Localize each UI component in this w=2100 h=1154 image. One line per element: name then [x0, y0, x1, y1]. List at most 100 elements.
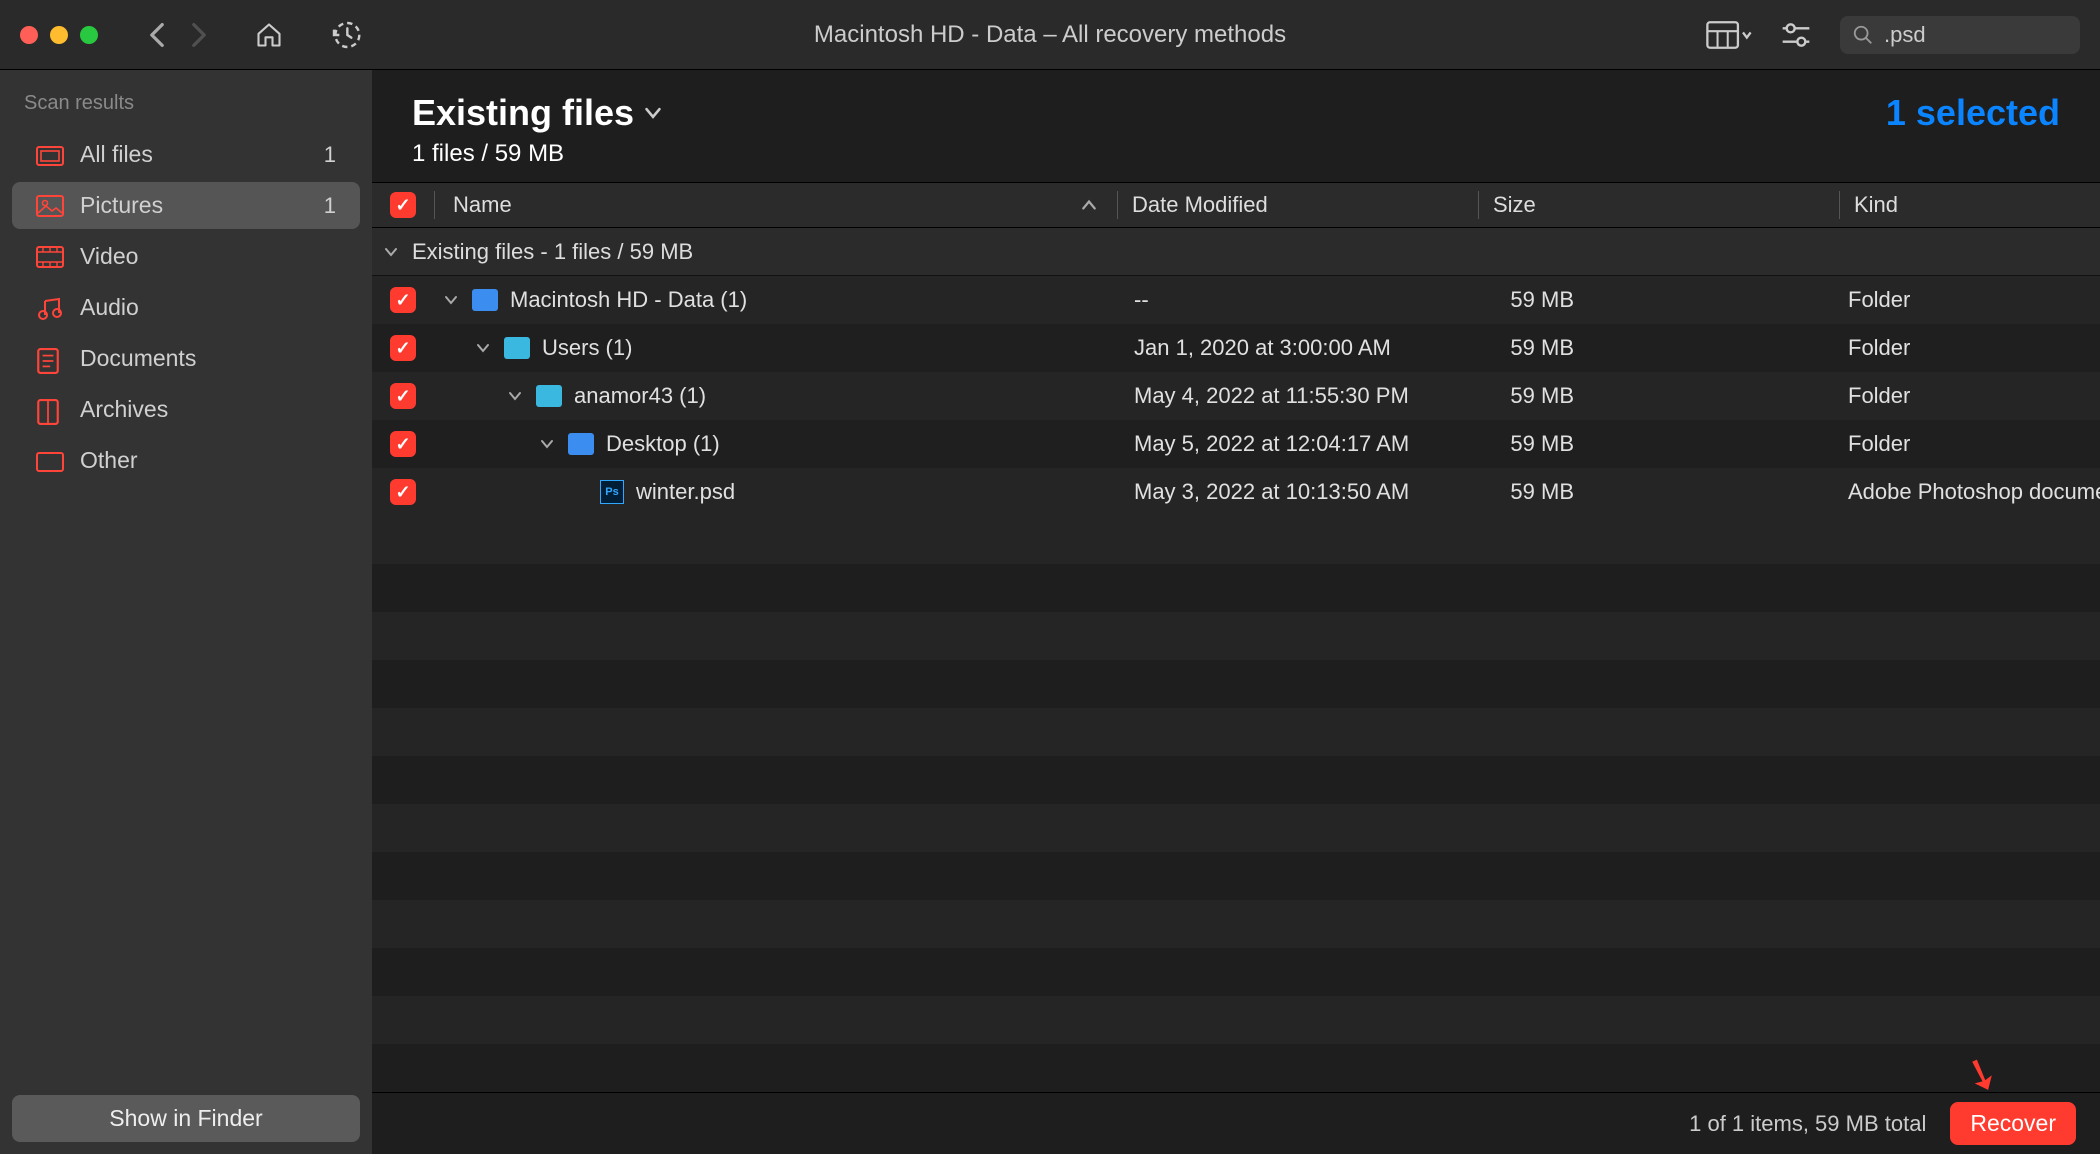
sidebar: Scan results All files 1 Pictures 1 Vide…	[0, 70, 372, 1154]
sidebar-item-label: Archives	[80, 396, 336, 423]
sidebar-item-label: Other	[80, 447, 336, 474]
folder-icon	[504, 337, 530, 359]
audio-icon	[36, 297, 64, 319]
all-files-icon	[36, 144, 64, 166]
sidebar-item-count: 1	[324, 142, 336, 168]
sort-ascending-icon	[1081, 199, 1097, 211]
row-checkbox[interactable]: ✓	[372, 287, 434, 313]
row-date: May 4, 2022 at 11:55:30 PM	[1120, 383, 1480, 409]
file-row[interactable]: ✓Macintosh HD - Data (1)--59 MBFolder	[372, 276, 2100, 324]
row-name-cell: Users (1)	[434, 335, 1120, 361]
selected-count[interactable]: 1 selected	[1886, 92, 2060, 134]
file-row[interactable]: ✓ anamor43 (1) May 4, 2022 at 11:55:30 PM5…	[372, 372, 2100, 420]
row-checkbox[interactable]: ✓	[372, 431, 434, 457]
column-kind-header[interactable]: Kind	[1840, 192, 2100, 218]
row-kind: Folder	[1840, 383, 2100, 409]
sidebar-item-archives[interactable]: Archives	[12, 386, 360, 433]
sidebar-item-all-files[interactable]: All files 1	[12, 131, 360, 178]
video-icon	[36, 246, 64, 268]
row-date: May 3, 2022 at 10:13:50 AM	[1120, 479, 1480, 505]
back-button[interactable]	[148, 22, 166, 48]
row-size: 59 MB	[1480, 431, 1840, 457]
row-checkbox[interactable]: ✓	[372, 383, 434, 409]
sidebar-item-documents[interactable]: Documents	[12, 335, 360, 382]
row-date: --	[1120, 287, 1480, 313]
column-headers: ✓ Name Date Modified Size Kind	[372, 182, 2100, 228]
column-size-header[interactable]: Size	[1479, 192, 1839, 218]
sidebar-item-label: Documents	[80, 345, 336, 372]
chevron-down-icon[interactable]	[444, 294, 460, 306]
sidebar-footer: Show in Finder	[0, 1083, 372, 1154]
pictures-icon	[36, 195, 64, 217]
row-date: Jan 1, 2020 at 3:00:00 AM	[1120, 335, 1480, 361]
chevron-down-icon	[384, 246, 398, 258]
chevron-down-icon	[644, 106, 662, 120]
row-kind: Adobe Photoshop document	[1840, 479, 2100, 505]
fullscreen-window-button[interactable]	[80, 26, 98, 44]
home-button[interactable]	[254, 21, 284, 49]
row-name: anamor43 (1)	[574, 383, 706, 409]
settings-button[interactable]	[1780, 21, 1812, 49]
column-date-header[interactable]: Date Modified	[1118, 192, 1478, 218]
sidebar-item-label: Pictures	[80, 192, 324, 219]
sidebar-item-pictures[interactable]: Pictures 1	[12, 182, 360, 229]
row-kind: Folder	[1840, 287, 2100, 313]
titlebar: Macintosh HD - Data – All recovery metho…	[0, 0, 2100, 70]
search-icon	[1852, 24, 1874, 46]
file-row[interactable]: ✓Users (1)Jan 1, 2020 at 3:00:00 AM59 MB…	[372, 324, 2100, 372]
content-subheading: 1 files / 59 MB	[412, 140, 662, 168]
row-kind: Folder	[1840, 431, 2100, 457]
column-checkbox-header[interactable]: ✓	[372, 192, 434, 218]
sidebar-header: Scan results	[0, 88, 372, 129]
group-row[interactable]: Existing files - 1 files / 59 MB	[372, 228, 2100, 276]
row-name-cell: Ps winter.psd	[434, 479, 1120, 505]
photoshop-file-icon: Ps	[600, 480, 624, 504]
row-checkbox[interactable]: ✓	[372, 335, 434, 361]
folder-icon	[536, 385, 562, 407]
content-footer: ➘ 1 of 1 items, 59 MB total Recover	[372, 1092, 2100, 1154]
row-size: 59 MB	[1480, 479, 1840, 505]
show-in-finder-button[interactable]: Show in Finder	[12, 1095, 360, 1142]
row-kind: Folder	[1840, 335, 2100, 361]
window-title: Macintosh HD - Data – All recovery metho…	[814, 21, 1286, 49]
sidebar-item-audio[interactable]: Audio	[12, 284, 360, 331]
row-name: winter.psd	[636, 479, 735, 505]
sidebar-item-label: All files	[80, 141, 324, 168]
select-all-checkbox[interactable]: ✓	[390, 192, 416, 218]
chevron-down-icon[interactable]	[476, 342, 492, 354]
close-window-button[interactable]	[20, 26, 38, 44]
row-name: Desktop (1)	[606, 431, 720, 457]
recover-button[interactable]: Recover	[1950, 1102, 2076, 1145]
forward-button[interactable]	[190, 22, 208, 48]
row-size: 59 MB	[1480, 383, 1840, 409]
row-size: 59 MB	[1480, 335, 1840, 361]
sidebar-item-other[interactable]: Other	[12, 437, 360, 484]
row-name-cell: Desktop (1)	[434, 431, 1120, 457]
row-name: Macintosh HD - Data (1)	[510, 287, 747, 313]
column-name-header[interactable]: Name	[435, 192, 1117, 218]
main-area: Scan results All files 1 Pictures 1 Vide…	[0, 70, 2100, 1154]
content-panel: Existing files 1 files / 59 MB 1 selecte…	[372, 70, 2100, 1154]
chevron-down-icon[interactable]	[540, 438, 556, 450]
view-mode-button[interactable]	[1706, 21, 1752, 49]
nav-arrows	[148, 22, 208, 48]
search-field[interactable]: ✕	[1840, 16, 2080, 54]
search-input[interactable]	[1884, 22, 2100, 48]
sidebar-item-label: Video	[80, 243, 336, 270]
file-row[interactable]: ✓Desktop (1)May 5, 2022 at 12:04:17 AM59…	[372, 420, 2100, 468]
content-header: Existing files 1 files / 59 MB 1 selecte…	[372, 70, 2100, 182]
row-checkbox[interactable]: ✓	[372, 479, 434, 505]
archives-icon	[36, 399, 64, 421]
toolbar-right: ✕	[1706, 16, 2080, 54]
minimize-window-button[interactable]	[50, 26, 68, 44]
content-heading: Existing files	[412, 92, 634, 134]
chevron-down-icon[interactable]	[508, 390, 524, 402]
folder-icon	[472, 289, 498, 311]
folder-icon	[568, 433, 594, 455]
heading-dropdown[interactable]: Existing files	[412, 92, 662, 134]
file-list: ✓Macintosh HD - Data (1)--59 MBFolder✓Us…	[372, 276, 2100, 1092]
sidebar-item-video[interactable]: Video	[12, 233, 360, 280]
traffic-lights	[20, 26, 98, 44]
file-row[interactable]: ✓ Ps winter.psd May 3, 2022 at 10:13:50 AM5…	[372, 468, 2100, 516]
history-button[interactable]	[330, 19, 362, 51]
